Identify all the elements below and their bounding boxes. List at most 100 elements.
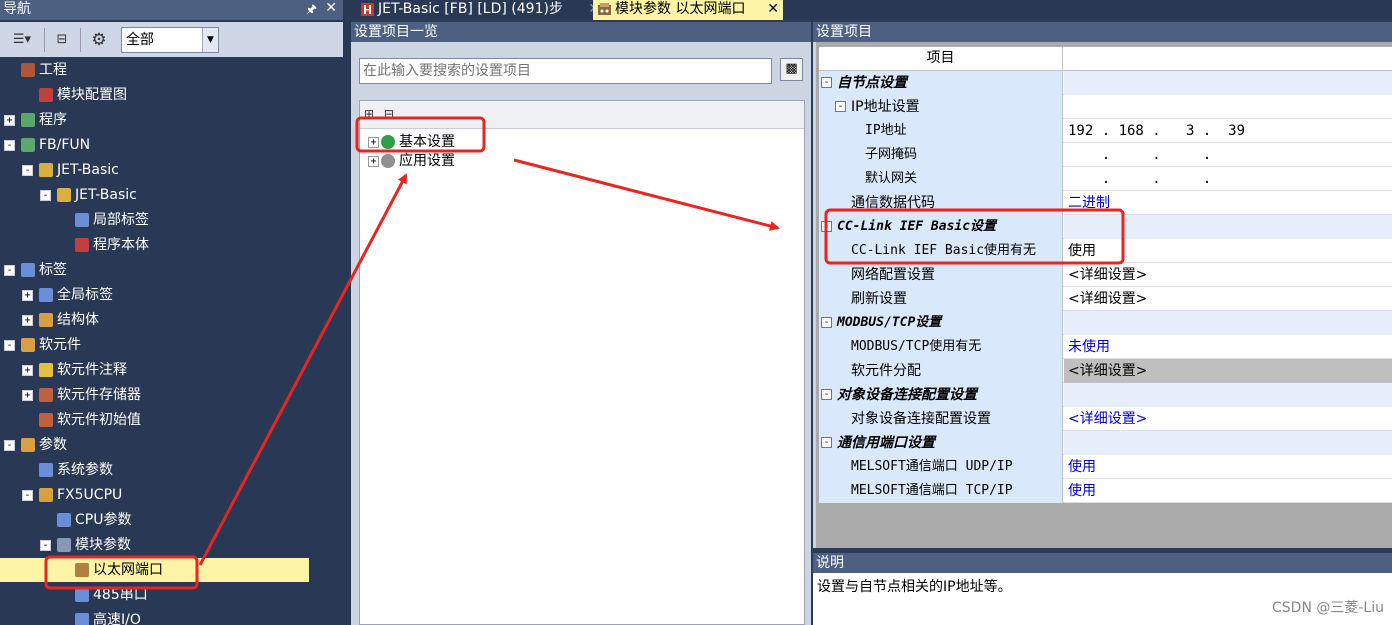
pin-icon[interactable]: 🖈 (306, 0, 317, 19)
collapse-icon[interactable]: - (4, 339, 15, 351)
grid-row[interactable]: 子网掩码 . . . (819, 143, 1392, 167)
nav-filter-select[interactable]: 全部 ▼ (121, 27, 219, 53)
nav-tree-item[interactable]: + 软元件存储器 (22, 383, 141, 407)
grid-item-value[interactable]: 未使用 (1064, 335, 1392, 359)
collapse-icon[interactable]: - (4, 264, 15, 276)
expand-icon[interactable]: + (22, 314, 33, 326)
grid-item-value (1064, 383, 1392, 407)
collapse-icon[interactable]: - (4, 139, 15, 151)
grid-item-label: 自节点设置 (837, 75, 907, 91)
nav-tree-item[interactable]: 局部标签 (58, 208, 149, 232)
close-icon[interactable]: ✕ (325, 0, 337, 18)
grid-row[interactable]: MELSOFT通信端口 UDP/IP 使用 (819, 455, 1392, 479)
grid-item-value[interactable]: 使用 (1064, 239, 1392, 263)
close-icon[interactable]: ✕ (767, 0, 779, 19)
nav-tree-item[interactable]: CPU参数 (40, 508, 131, 532)
grid-row[interactable]: - 通信用端口设置 (819, 431, 1392, 455)
collapse-icon[interactable]: - (40, 539, 51, 551)
gear-icon[interactable]: ⚙ (86, 28, 112, 52)
nav-tree-item[interactable]: 工程 (4, 58, 67, 82)
grid-item-value[interactable]: <详细设置> (1064, 407, 1392, 431)
nav-tree-item[interactable]: + 程序 (4, 108, 67, 132)
grid-item-value[interactable]: <详细设置> (1064, 359, 1392, 383)
collapse-tree-icon[interactable]: ⊟ (50, 28, 74, 52)
nav-tree-item[interactable]: 以太网端口 (0, 558, 309, 582)
grid-row[interactable]: 软元件分配 <详细设置> (819, 359, 1392, 383)
nav-tree-item[interactable]: - FB/FUN (4, 133, 90, 157)
collapse-icon[interactable]: - (22, 489, 33, 501)
nav-tree-item[interactable]: - 标签 (4, 258, 67, 282)
nav-tree-label: 软元件初始值 (57, 412, 141, 428)
nav-tree-label: 485串口 (93, 587, 148, 603)
grid-item-label: IP地址 (865, 123, 907, 138)
tab-jet-basic[interactable]: JET-Basic [FB] [LD] (491)步 ✕ (356, 0, 600, 20)
nav-tree-item[interactable]: 高速I/O (58, 608, 141, 625)
grid-row[interactable]: 对象设备连接配置设置 <详细设置> (819, 407, 1392, 431)
grid-row[interactable]: MODBUS/TCP使用有无 未使用 (819, 335, 1392, 359)
grid-item-value[interactable]: 192 . 168 . 3 . 39 (1064, 119, 1392, 143)
nav-tree-item[interactable]: + 全局标签 (22, 283, 113, 307)
nav-tree-item[interactable]: 系统参数 (22, 458, 113, 482)
grid-item-value[interactable]: . . . (1064, 143, 1392, 167)
nav-tree-item[interactable]: - JET-Basic (40, 183, 137, 207)
expand-icon[interactable]: + (368, 136, 379, 148)
collapse-icon[interactable]: - (835, 101, 846, 112)
grid-item-value[interactable]: . . . (1064, 167, 1392, 191)
nav-tree-item[interactable]: - 软元件 (4, 333, 81, 357)
grid-item-name: 刷新设置 (819, 287, 1063, 311)
settings-tree-item[interactable]: + 应用设置 (368, 150, 455, 172)
expand-icon[interactable]: + (368, 155, 379, 167)
grid-item-name: - 自节点设置 (819, 71, 1063, 95)
grid-item-label: MELSOFT通信端口 TCP/IP (851, 483, 1013, 498)
nav-tree-item[interactable]: - 模块参数 (40, 533, 131, 557)
expand-icon[interactable]: + (22, 364, 33, 376)
settings-grid-pane: 设置项目 项目 - 自节点设置 - IP地址设置 IP地址 192 . 168 . 3 .… (813, 22, 1392, 548)
nav-tree-item[interactable]: 485串口 (58, 583, 148, 607)
collapse-icon[interactable]: - (821, 317, 832, 328)
nav-tree-item[interactable]: + 结构体 (22, 308, 99, 332)
expand-icon[interactable]: + (4, 114, 15, 126)
expand-all-icon[interactable]: ⊞ (364, 107, 374, 121)
grid-item-value[interactable]: 使用 (1064, 455, 1392, 479)
grid-item-value[interactable]: 使用 (1064, 479, 1392, 503)
binoculars-icon[interactable]: ▩ (780, 58, 803, 81)
chevron-down-icon[interactable]: ▼ (202, 28, 218, 52)
expand-icon[interactable]: + (22, 289, 33, 301)
grid-row[interactable]: - CC-Link IEF Basic设置 (819, 215, 1392, 239)
grid-row[interactable]: - MODBUS/TCP设置 (819, 311, 1392, 335)
collapse-icon[interactable]: - (22, 164, 33, 176)
grid-row[interactable]: 通信数据代码 二进制 (819, 191, 1392, 215)
nav-tree-item[interactable]: 程序本体 (58, 233, 149, 257)
nav-tree-item[interactable]: - JET-Basic (22, 158, 119, 182)
collapse-icon[interactable]: - (821, 221, 832, 232)
search-input[interactable] (359, 58, 772, 84)
grid-row[interactable]: CC-Link IEF Basic使用有无 使用 (819, 239, 1392, 263)
nav-tree-item[interactable]: - FX5UCPU (22, 483, 122, 507)
collapse-icon[interactable]: - (821, 389, 832, 400)
grid-item-value[interactable]: <详细设置> (1064, 263, 1392, 287)
nav-tree-item[interactable]: 软元件初始值 (22, 408, 141, 432)
collapse-icon[interactable]: - (4, 439, 15, 451)
grid-row[interactable]: 刷新设置 <详细设置> (819, 287, 1392, 311)
grid-item-value[interactable]: <详细设置> (1064, 287, 1392, 311)
grid-item-value[interactable]: 二进制 (1064, 191, 1392, 215)
tab-module-param[interactable]: 模块参数 以太网端口 ✕ (593, 0, 783, 20)
grid-row[interactable]: 网络配置设置 <详细设置> (819, 263, 1392, 287)
grid-row[interactable]: - 自节点设置 (819, 71, 1392, 95)
grid-row[interactable]: - 对象设备连接配置设置 (819, 383, 1392, 407)
collapse-all-icon[interactable]: ⊟ (384, 107, 394, 121)
nav-tree-item[interactable]: 模块配置图 (22, 83, 127, 107)
expand-icon[interactable]: + (22, 389, 33, 401)
tree-node-icon (39, 463, 53, 477)
grid-row[interactable]: IP地址 192 . 168 . 3 . 39 (819, 119, 1392, 143)
grid-row[interactable]: MELSOFT通信端口 TCP/IP 使用 (819, 479, 1392, 503)
nav-tree-item[interactable]: + 软元件注释 (22, 358, 127, 382)
tree-view-icon[interactable]: ☰▾ (6, 28, 38, 52)
grid-row[interactable]: - IP地址设置 (819, 95, 1392, 119)
nav-tree-item[interactable]: - 参数 (4, 433, 67, 457)
grid-row[interactable]: 默认网关 . . . (819, 167, 1392, 191)
grid-item-value[interactable] (1064, 95, 1392, 119)
collapse-icon[interactable]: - (40, 189, 51, 201)
collapse-icon[interactable]: - (821, 77, 832, 88)
collapse-icon[interactable]: - (821, 437, 832, 448)
